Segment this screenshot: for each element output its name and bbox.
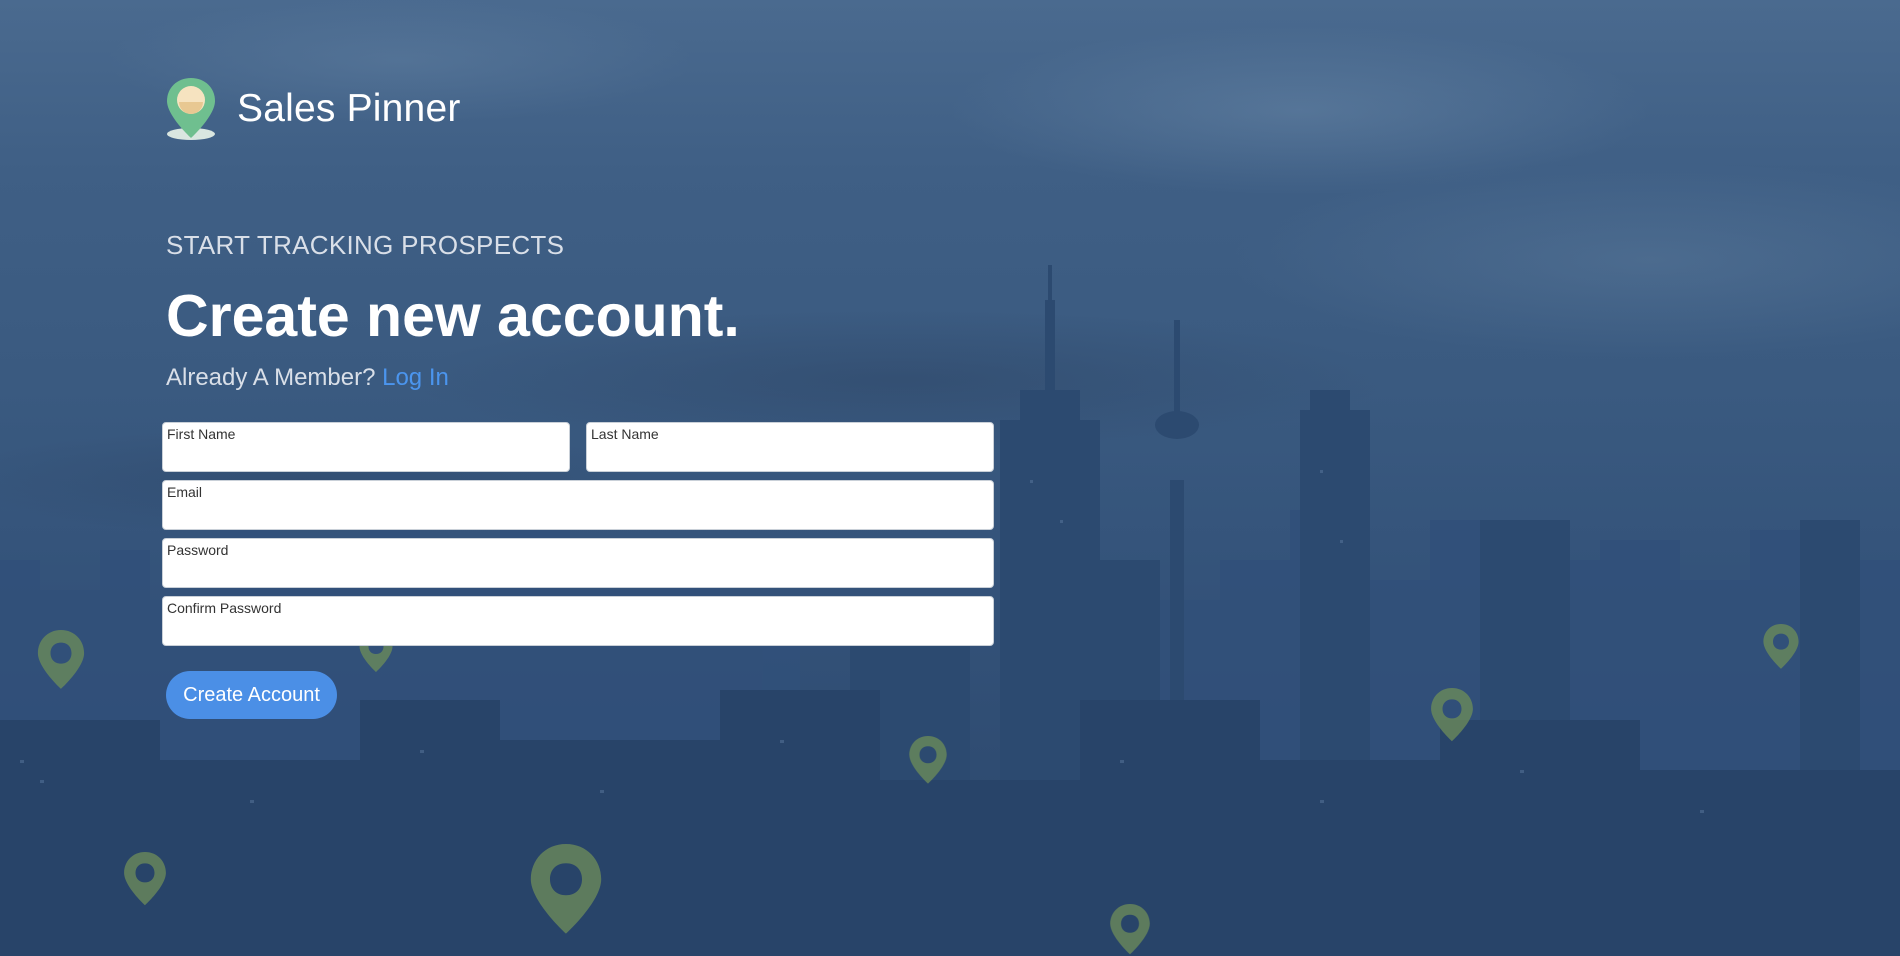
confirm-password-label: Confirm Password — [167, 600, 282, 616]
map-pin-icon — [1110, 904, 1150, 955]
email-label: Email — [167, 484, 203, 500]
first-name-field[interactable]: First Name — [162, 422, 570, 472]
create-account-button[interactable]: Create Account — [166, 671, 337, 719]
first-name-label: First Name — [167, 426, 236, 442]
confirm-password-field[interactable]: Confirm Password — [162, 596, 994, 646]
password-label: Password — [167, 542, 229, 558]
map-pin-icon — [1431, 688, 1473, 742]
map-pin-icon — [530, 844, 602, 934]
map-pin-icon — [124, 852, 166, 906]
page-title: Create new account. — [166, 283, 740, 349]
last-name-label: Last Name — [591, 426, 659, 442]
signup-page: Sales Pinner START TRACKING PROSPECTS Cr… — [0, 0, 1900, 956]
map-pin-logo-icon — [167, 78, 215, 140]
last-name-field[interactable]: Last Name — [586, 422, 994, 472]
map-pin-icon — [37, 630, 85, 689]
email-input[interactable] — [167, 501, 989, 525]
page-eyebrow: START TRACKING PROSPECTS — [166, 230, 565, 260]
login-link[interactable]: Log In — [382, 364, 449, 391]
password-input[interactable] — [167, 559, 989, 583]
city-background — [0, 0, 1900, 956]
brand-header: Sales Pinner — [165, 76, 461, 142]
member-prompt: Already A Member? Log In — [166, 364, 449, 392]
password-field[interactable]: Password — [162, 538, 994, 588]
map-pins-layer — [37, 624, 1799, 955]
first-name-input[interactable] — [167, 443, 565, 467]
member-prompt-text: Already A Member? — [166, 364, 376, 391]
map-pin-icon — [1763, 624, 1799, 669]
confirm-password-input[interactable] — [167, 617, 989, 641]
brand-name: Sales Pinner — [237, 87, 461, 130]
email-field[interactable]: Email — [162, 480, 994, 530]
map-pin-icon — [909, 736, 947, 784]
last-name-input[interactable] — [591, 443, 989, 467]
